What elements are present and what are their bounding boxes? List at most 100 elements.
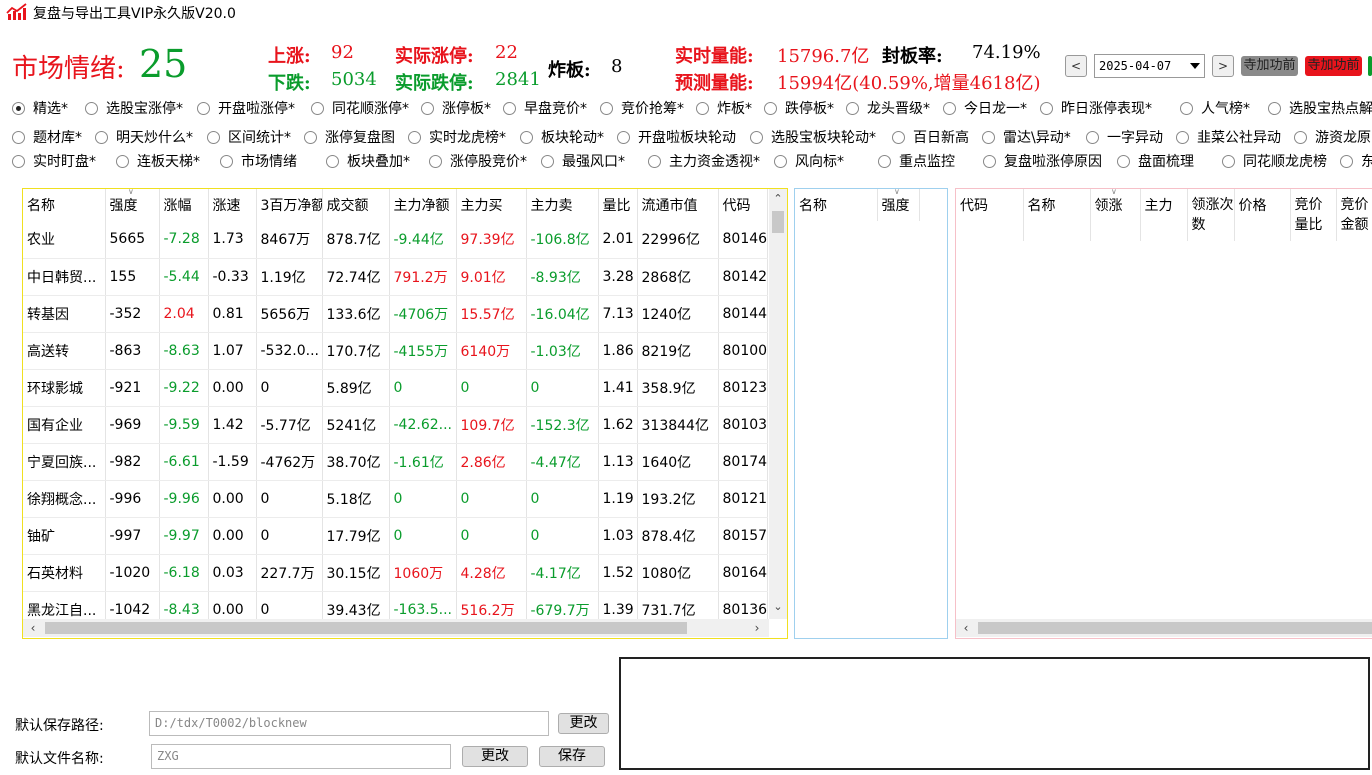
col-header-name[interactable]: 名称 (795, 189, 878, 221)
tab-jiucai-anomaly[interactable]: 韭菜公社异动 (1176, 127, 1281, 149)
col-header-code[interactable]: 代码 (956, 189, 1024, 241)
tab-popularity[interactable]: 人气榜* (1180, 98, 1250, 120)
next-date-button[interactable]: > (1212, 55, 1234, 77)
tab-radar-anomaly[interactable]: 雷达\异动* (982, 127, 1071, 149)
tab-auction-grab[interactable]: 竞价抢筹* (600, 98, 684, 120)
change-path-button[interactable]: 更改 (558, 713, 609, 734)
tab-sector-rotation[interactable]: 板块轮动* (520, 127, 604, 149)
tab-ths-limitup[interactable]: 同花顺涨停* (311, 98, 409, 120)
col-header-main-net[interactable]: 主力净额 (389, 189, 457, 221)
tab-limitup-ladder[interactable]: 连板天梯* (116, 151, 200, 173)
col-header-turnover[interactable]: 成交额 (322, 189, 390, 221)
change-file-button[interactable]: 更改 (462, 746, 528, 767)
save-path-input[interactable]: D:/tdx/T0002/blocknew (149, 711, 549, 736)
table-row[interactable]: 国有企业 -969 -9.59 1.42 -5.77亿 5241亿 -42.62... 109… (23, 406, 768, 444)
tab-xgb-limitup[interactable]: 选股宝涨停* (85, 98, 183, 120)
table-row[interactable]: 高送转 -863 -8.63 1.07 -532.0... 170.7亿 -4155万 614… (23, 332, 768, 370)
col-header-main[interactable]: 主力 (1140, 189, 1188, 241)
tab-east[interactable]: 东 (1340, 151, 1372, 173)
tab-kpl-limitup[interactable]: 开盘啦涨停* (197, 98, 295, 120)
scroll-thumb[interactable] (772, 211, 784, 233)
col-header-speed[interactable]: 涨速 (208, 189, 257, 221)
cell-main-net: -4706万 (389, 295, 457, 333)
tab-yesterday-perf[interactable]: 昨日涨停表现* (1040, 98, 1152, 120)
tab-weathervane[interactable]: 风向标* (774, 151, 844, 173)
tab-limitup-board[interactable]: 涨停板* (421, 98, 491, 120)
horizontal-scrollbar[interactable]: ‹ (956, 619, 1372, 637)
tab-oneline-anomaly[interactable]: 一字异动 (1086, 127, 1163, 149)
tab-limitdown[interactable]: 跌停板* (764, 98, 834, 120)
tab-tomorrow[interactable]: 明天炒什么* (95, 127, 193, 149)
tab-review-reason[interactable]: 复盘啦涨停原因 (983, 151, 1102, 173)
col-header-3m-net[interactable]: 3百万净额 (256, 189, 323, 221)
tab-limitup-auction[interactable]: 涨停股竞价* (429, 151, 527, 173)
scroll-left-icon[interactable]: ‹ (958, 619, 974, 637)
feature-button-2[interactable]: 寺加功前 (1305, 56, 1362, 76)
table-row[interactable]: 徐翔概念... -996 -9.96 0.00 0 5.18亿 0 0 0 1.19 193.2亿 8… (23, 480, 768, 518)
scroll-left-icon[interactable]: ‹ (25, 619, 41, 637)
table-row[interactable]: 中日韩贸... 155 -5.44 -0.33 1.19亿 72.74亿 791.2万 9.0… (23, 258, 768, 296)
tab-xgb-hotspot[interactable]: 选股宝热点解 (1268, 98, 1372, 120)
tab-main-capital[interactable]: 主力资金透视* (648, 151, 760, 173)
col-header-float-cap[interactable]: 流通市值 (637, 189, 719, 221)
cell-change: -6.18 (159, 554, 209, 592)
tab-key-monitor[interactable]: 重点监控 (878, 151, 955, 173)
col-header-volume-ratio[interactable]: 量比 (598, 189, 638, 221)
tab-theme-library[interactable]: 题材库* (12, 127, 82, 149)
sort-desc-icon: ∨ (1111, 189, 1117, 196)
col-header-lead[interactable]: ∨ 领涨 (1090, 189, 1141, 241)
tab-xgb-sector-rotation[interactable]: 选股宝板块轮动* (750, 127, 876, 149)
tab-kpl-sector-rotation[interactable]: 开盘啦板块轮动 (617, 127, 736, 149)
col-header-main-sell[interactable]: 主力卖 (526, 189, 599, 221)
save-button[interactable]: 保存 (539, 746, 605, 767)
scroll-thumb-h[interactable] (978, 622, 1372, 634)
scroll-right-icon[interactable]: › (749, 619, 765, 637)
col-header-main-buy[interactable]: 主力买 (456, 189, 527, 221)
feature-button-1[interactable]: 寺加功前 (1241, 56, 1298, 76)
tab-hot-money[interactable]: 游资龙原 (1294, 127, 1371, 149)
prev-date-button[interactable]: < (1065, 55, 1087, 77)
col-header-auction-ratio[interactable]: 竞价量比 (1290, 189, 1337, 241)
col-header-name[interactable]: 名称 (23, 189, 106, 221)
table-row[interactable]: 宁夏回族... -982 -6.61 -1.59 -4762万 38.70亿 -1.61亿 2… (23, 443, 768, 481)
tab-limitup-review[interactable]: 涨停复盘图 (304, 127, 395, 149)
tab-morning-auction[interactable]: 早盘竞价* (503, 98, 587, 120)
table-header-row: 名称 ∨ 强度 (795, 189, 920, 221)
scroll-thumb-h[interactable] (45, 622, 687, 634)
date-select[interactable]: 2025-04-07 (1094, 54, 1205, 78)
table-row[interactable]: 转基因 -352 2.04 0.81 5656万 133.6亿 -4706万 15.57亿 -1… (23, 295, 768, 333)
tab-market-sentiment[interactable]: 市场情绪 (220, 151, 297, 173)
col-header-price[interactable]: 价格 (1234, 189, 1291, 241)
tab-range-stats[interactable]: 区间统计* (207, 127, 291, 149)
radio-icon (85, 102, 98, 115)
col-header-lead-count[interactable]: 领涨次数 (1187, 189, 1235, 241)
tab-jingxuan[interactable]: 精选* (12, 98, 68, 120)
col-header-code[interactable]: 代码 (718, 189, 768, 221)
tab-strongest-trend[interactable]: 最强风口* (541, 151, 625, 173)
tab-leader-promote[interactable]: 龙头晋级* (846, 98, 930, 120)
col-header-change[interactable]: 涨幅 (159, 189, 209, 221)
tab-board-review[interactable]: 盘面梳理 (1117, 151, 1194, 173)
col-header-auction-amount[interactable]: 竞价金额 (1336, 189, 1372, 241)
tab-today-leader[interactable]: 今日龙一* (943, 98, 1027, 120)
tab-ths-dragon[interactable]: 同花顺龙虎榜 (1222, 151, 1327, 173)
tab-100day-high[interactable]: 百日新高 (892, 127, 969, 149)
scroll-up-icon[interactable]: ⌃ (769, 191, 787, 207)
tab-realtime-dragon[interactable]: 实时龙虎榜* (408, 127, 506, 149)
table-row[interactable]: 农业 5665 -7.28 1.73 8467万 878.7亿 -9.44亿 97.39亿 -1… (23, 221, 768, 259)
horizontal-scrollbar[interactable]: ‹ › (23, 619, 769, 637)
cell-float-cap: 2868亿 (637, 258, 719, 296)
table-row[interactable]: 铀矿 -997 -9.97 0.00 0 17.79亿 0 0 0 1.03 878.4亿 80157 (23, 517, 768, 555)
table-row[interactable]: 环球影城 -921 -9.22 0.00 0 5.89亿 0 0 0 1.41 358.9亿 8012… (23, 369, 768, 407)
tab-sector-overlay[interactable]: 板块叠加* (326, 151, 410, 173)
table-row[interactable]: 石英材料 -1020 -6.18 0.03 227.7万 30.15亿 1060万 4.28亿… (23, 554, 768, 592)
col-header-name[interactable]: 名称 (1023, 189, 1091, 241)
vertical-scrollbar[interactable]: ⌃ ⌄ (769, 189, 787, 619)
col-header-strength[interactable]: ∨ 强度 (105, 189, 160, 221)
col-header-strength[interactable]: ∨ 强度 (877, 189, 920, 221)
scroll-down-icon[interactable]: ⌄ (769, 599, 787, 615)
tab-realtime-watch[interactable]: 实时盯盘* (12, 151, 96, 173)
feature-button-3[interactable] (1368, 56, 1372, 76)
tab-blown[interactable]: 炸板* (696, 98, 752, 120)
file-name-input[interactable]: ZXG (151, 744, 451, 769)
